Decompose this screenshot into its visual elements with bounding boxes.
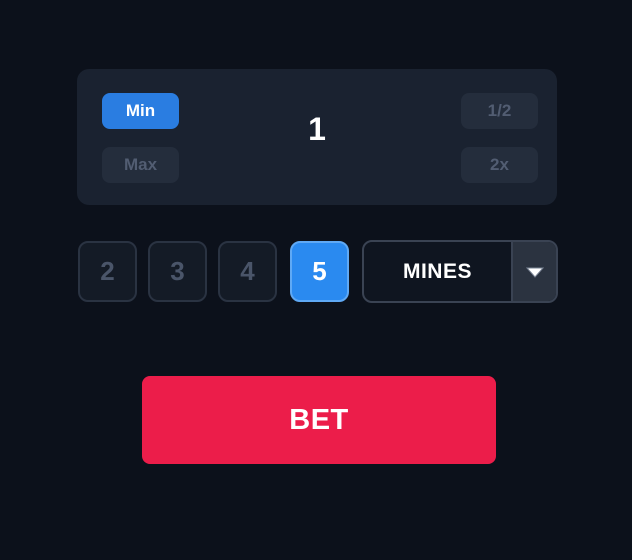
dropdown-toggle[interactable] bbox=[511, 242, 556, 301]
mines-count-option[interactable]: 3 bbox=[148, 241, 207, 302]
mines-count-option-selected[interactable]: 5 bbox=[290, 241, 349, 302]
mode-select-dropdown[interactable]: MINES bbox=[362, 240, 558, 303]
mode-select-label: MINES bbox=[402, 259, 472, 283]
max-bet-button[interactable]: Max bbox=[102, 147, 179, 183]
mines-bet-controls: Min Max 1 1/2 2x 2 3 4 5 MINES BET bbox=[0, 0, 632, 560]
min-bet-button[interactable]: Min bbox=[102, 93, 179, 129]
bet-amount-panel: Min Max 1 1/2 2x bbox=[77, 69, 557, 205]
bet-button[interactable]: BET bbox=[142, 376, 496, 464]
chevron-down-icon bbox=[525, 267, 544, 278]
double-bet-button[interactable]: 2x bbox=[461, 147, 538, 183]
bet-amount-value: 1 bbox=[308, 111, 326, 147]
mines-count-option[interactable]: 4 bbox=[218, 241, 277, 302]
half-bet-button[interactable]: 1/2 bbox=[461, 93, 538, 129]
mines-count-option[interactable]: 2 bbox=[78, 241, 137, 302]
